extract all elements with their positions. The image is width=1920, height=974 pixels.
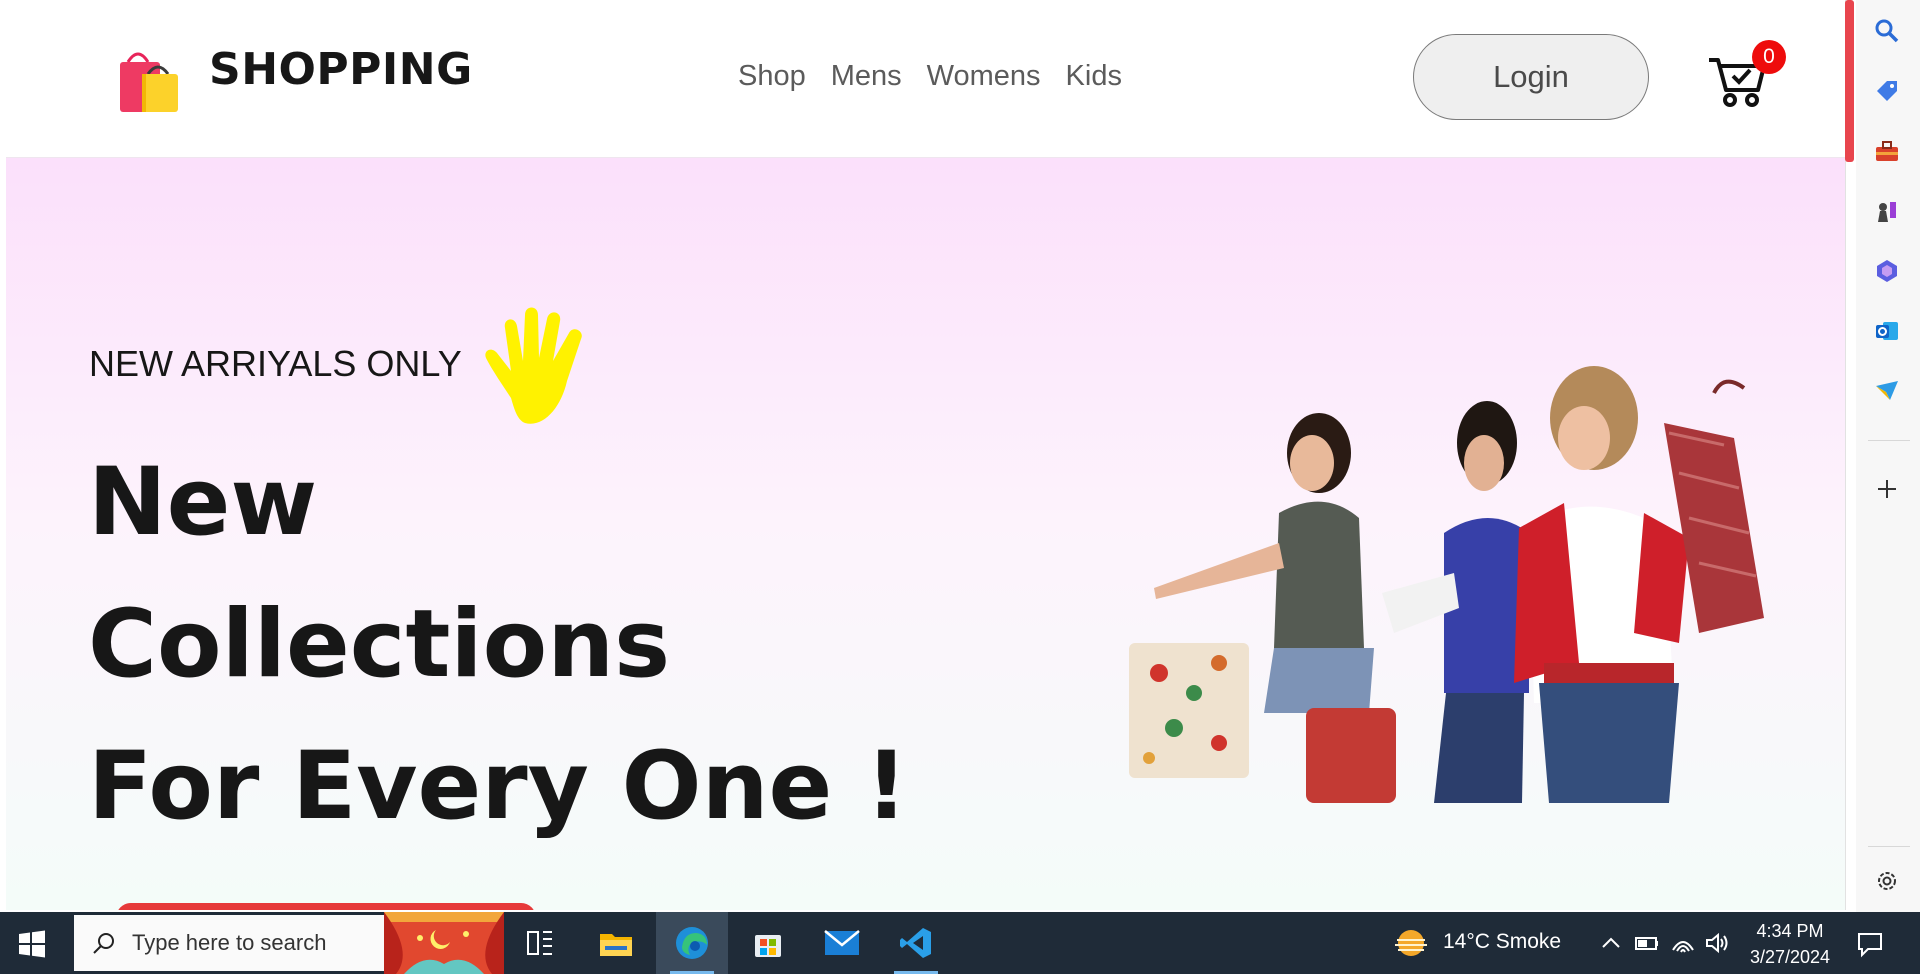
settings-icon[interactable] (1872, 866, 1902, 896)
edge-browser-icon[interactable] (656, 912, 728, 974)
outlook-icon[interactable] (1872, 316, 1902, 346)
plus-icon[interactable] (1872, 474, 1902, 504)
shopping-bag-logo-icon[interactable] (114, 44, 186, 116)
microsoft-store-icon[interactable] (732, 912, 804, 974)
hero-tagline: NEW ARRIYALS ONLY (89, 343, 462, 384)
clock-date: 3/27/2024 (1749, 947, 1831, 967)
browser-viewport: SHOPPING Shop Mens Womens Kids Login 0 N… (6, 0, 1846, 910)
taskbar-search-placeholder: Type here to search (132, 930, 327, 955)
notification-icon[interactable] (1856, 930, 1884, 958)
nav-link-womens[interactable]: Womens (927, 60, 1041, 93)
weather-icon[interactable] (1393, 927, 1429, 959)
vscode-icon[interactable] (880, 912, 952, 974)
brand-name[interactable]: SHOPPING (209, 44, 473, 95)
search-icon (93, 933, 114, 954)
weather-readout[interactable]: 14°C Smoke (1443, 930, 1561, 954)
nav-link-kids[interactable]: Kids (1066, 60, 1122, 93)
nav-link-shop[interactable]: Shop (738, 60, 806, 93)
clock-time: 4:34 PM (1756, 921, 1824, 941)
cart-count-badge: 0 (1752, 40, 1786, 74)
battery-icon[interactable] (1634, 930, 1660, 956)
windows-taskbar: Type here to search 14°C Smoke 4:34 PM 3… (0, 912, 1920, 974)
send-icon[interactable] (1872, 376, 1902, 406)
file-explorer-icon[interactable] (580, 912, 652, 974)
sidebar-divider (1868, 440, 1910, 441)
tag-icon[interactable] (1872, 76, 1902, 106)
site-header: SHOPPING Shop Mens Womens Kids Login 0 (6, 0, 1845, 158)
search-icon[interactable] (1872, 16, 1902, 46)
theater-curtains-icon[interactable] (384, 912, 504, 974)
nav-link-mens[interactable]: Mens (831, 60, 902, 93)
hero-section: NEW ARRIYALS ONLY New Collections For Ev… (6, 158, 1845, 910)
hero-headline-line-3: For Every One ! (88, 732, 908, 841)
windows-start-icon[interactable] (18, 930, 46, 958)
browser-edge-sidebar (1856, 0, 1920, 912)
hero-headline-line-1: New (88, 448, 318, 557)
toolbox-icon[interactable] (1872, 136, 1902, 166)
task-view-icon[interactable] (504, 912, 576, 974)
wifi-icon[interactable] (1670, 930, 1696, 956)
chevron-up-icon[interactable] (1598, 930, 1624, 956)
login-button[interactable]: Login (1413, 34, 1649, 120)
page-scrollbar[interactable] (1845, 0, 1854, 162)
taskbar-search-box[interactable]: Type here to search (74, 915, 384, 971)
volume-icon[interactable] (1704, 930, 1730, 956)
hero-cta-button[interactable] (116, 903, 536, 910)
main-nav: Shop Mens Womens Kids (738, 60, 1122, 93)
hero-shoppers-image (1129, 366, 1764, 803)
taskbar-clock[interactable]: 4:34 PM 3/27/2024 (1740, 918, 1840, 970)
waving-hand-icon (485, 307, 582, 424)
sidebar-divider (1868, 846, 1910, 847)
hero-headline-line-2: Collections (88, 590, 671, 699)
copilot-icon[interactable] (1872, 256, 1902, 286)
chess-icon[interactable] (1872, 196, 1902, 226)
mail-icon[interactable] (806, 912, 878, 974)
